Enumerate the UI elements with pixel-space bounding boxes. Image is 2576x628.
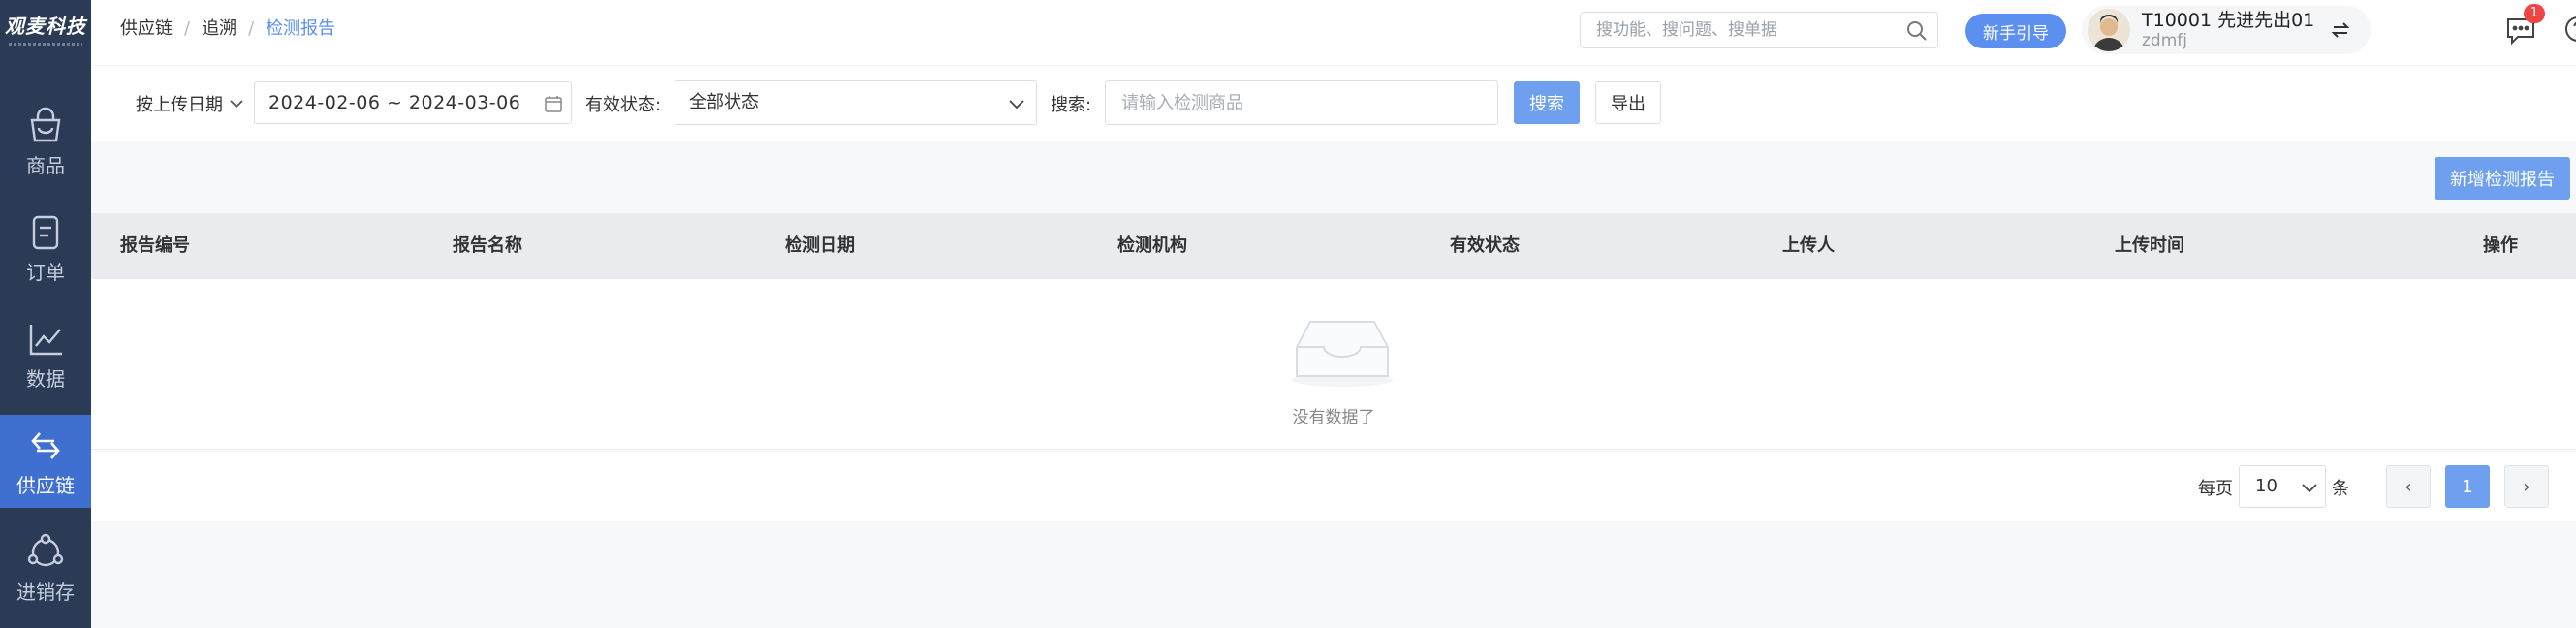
column-header: 检测机构 (1117, 236, 1187, 256)
sidebar-item-orders[interactable]: 订单 (0, 202, 91, 295)
logo-text: 观麦科技 (5, 15, 86, 38)
status-value: 全部状态 (689, 92, 759, 112)
exchange-icon (31, 432, 60, 459)
breadcrumb-separator: / (184, 18, 191, 39)
breadcrumb: 供应链 / 追溯 / 检测报告 (120, 17, 335, 41)
user-id: zdmfj (2142, 31, 2187, 50)
breadcrumb-item-trace[interactable]: 追溯 (202, 17, 236, 41)
report-table: 报告编号 报告名称 检测日期 检测机构 有效状态 上传人 上传时间 操作 没有数… (91, 213, 2576, 450)
sidebar-item-label: 供应链 (16, 474, 75, 497)
per-page-label: 每页 (2198, 479, 2233, 499)
global-search (1580, 12, 1938, 48)
column-header: 检测日期 (785, 236, 855, 256)
cycle-icon (27, 533, 64, 567)
column-header: 操作 (2483, 236, 2518, 256)
date-range-value: 2024-02-06 ~ 2024-03-06 (268, 92, 521, 113)
search-button[interactable]: 搜索 (1514, 81, 1580, 124)
date-type-select[interactable]: 按上传日期 (136, 91, 246, 116)
guide-button[interactable]: 新手引导 (1965, 14, 2066, 48)
avatar (2088, 9, 2130, 51)
per-page-value: 10 (2255, 476, 2278, 496)
sidebar-item-supply-chain[interactable]: 供应链 (0, 415, 91, 508)
help-icon[interactable] (2564, 16, 2576, 43)
logo-underline (9, 43, 82, 46)
column-header: 有效状态 (1450, 236, 1520, 256)
chevron-down-icon (230, 100, 243, 109)
filter-bar: 按上传日期 2024-02-06 ~ 2024-03-06 有效状态: 全部状态… (91, 66, 2576, 141)
breadcrumb-item-current: 检测报告 (266, 18, 336, 39)
empty-state-text: 没有数据了 (1292, 408, 1375, 427)
column-header: 上传时间 (2115, 236, 2184, 256)
table-header: 报告编号 报告名称 检测日期 检测机构 有效状态 上传人 上传时间 操作 (91, 213, 2576, 279)
notification-badge: 1 (2524, 4, 2545, 23)
page-button-current[interactable]: 1 (2445, 465, 2490, 508)
chevron-down-icon (2302, 484, 2317, 493)
column-header: 报告编号 (120, 236, 190, 256)
bag-icon (30, 107, 61, 142)
sidebar-item-inventory[interactable]: 进销存 (0, 521, 91, 614)
table-body: 没有数据了 (91, 279, 2576, 450)
user-name: T10001 先进先出01 (2142, 10, 2315, 31)
per-page-unit: 条 (2332, 479, 2349, 499)
search-icon[interactable] (1906, 20, 1928, 42)
pagination: 每页 10 条 ‹ 1 › (91, 452, 2576, 521)
export-button[interactable]: 导出 (1595, 81, 1661, 124)
sidebar: 观麦科技 商品 订单 数据 供应链 进销存 (0, 0, 91, 628)
switch-icon[interactable] (2330, 19, 2351, 41)
next-page-button[interactable]: › (2504, 465, 2549, 508)
user-menu[interactable]: T10001 先进先出01 zdmfj (2082, 6, 2371, 54)
chart-icon (29, 325, 62, 356)
per-page-select[interactable]: 10 (2239, 465, 2326, 508)
add-report-button[interactable]: 新增检测报告 (2435, 157, 2570, 200)
keyword-input[interactable] (1105, 80, 1498, 125)
sidebar-item-label: 商品 (26, 154, 65, 177)
main-content: 新增检测报告 报告编号 报告名称 检测日期 检测机构 有效状态 上传人 上传时间… (91, 141, 2576, 628)
sidebar-item-label: 进销存 (16, 581, 75, 604)
date-range-picker[interactable]: 2024-02-06 ~ 2024-03-06 (254, 81, 572, 124)
empty-inbox-icon (1292, 321, 1393, 387)
global-search-input[interactable] (1581, 13, 1891, 47)
breadcrumb-separator: / (248, 18, 255, 39)
date-type-label: 按上传日期 (136, 95, 223, 115)
status-label: 有效状态: (585, 95, 662, 115)
prev-page-button[interactable]: ‹ (2386, 465, 2431, 508)
sidebar-item-data[interactable]: 数据 (0, 308, 91, 401)
top-header: 供应链 / 追溯 / 检测报告 新手引导 T10001 先进先出01 zdmfj… (91, 0, 2576, 66)
chevron-down-icon (1009, 100, 1024, 110)
sidebar-item-products[interactable]: 商品 (0, 95, 91, 188)
column-header: 上传人 (1782, 236, 1835, 256)
sidebar-item-label: 订单 (26, 261, 65, 284)
calendar-icon (545, 96, 562, 112)
column-header: 报告名称 (453, 236, 522, 256)
breadcrumb-item-supply-chain[interactable]: 供应链 (120, 17, 173, 41)
keyword-label: 搜索: (1051, 95, 1092, 115)
sidebar-item-label: 数据 (26, 367, 65, 391)
brand-logo: 观麦科技 (0, 14, 91, 62)
order-icon (32, 215, 59, 250)
status-select[interactable]: 全部状态 (675, 80, 1037, 125)
